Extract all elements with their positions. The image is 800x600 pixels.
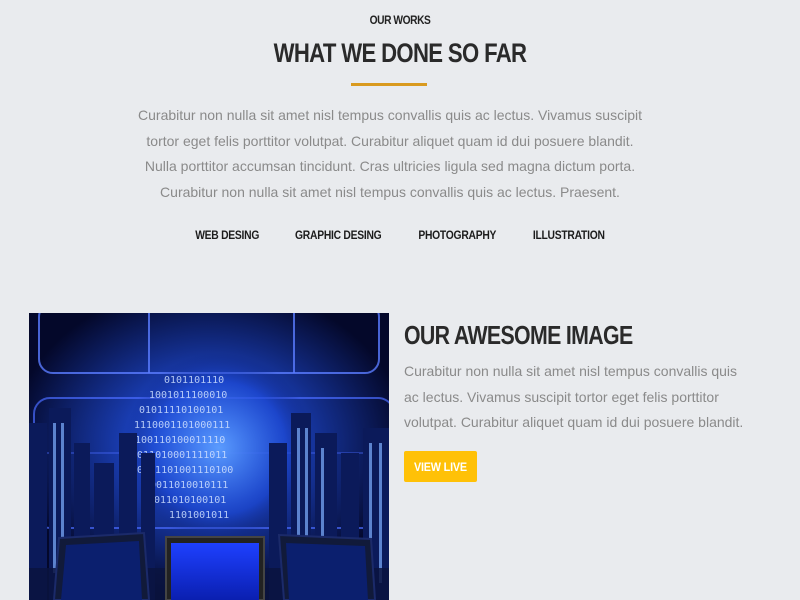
portfolio-section: OUR WORKS WHAT WE DONE SO FAR Curabitur … (0, 0, 800, 600)
portfolio-filter-nav: WEB DESING GRAPHIC DESING PHOTOGRAPHY IL… (0, 228, 800, 242)
svg-text:0101101110: 0101101110 (164, 375, 224, 386)
title-underline-divider (351, 83, 427, 86)
svg-text:011010100101: 011010100101 (154, 495, 226, 506)
filter-web-design[interactable]: WEB DESING (193, 228, 260, 242)
svg-text:1110001101000111: 1110001101000111 (134, 420, 230, 431)
filter-graphic-design[interactable]: GRAPHIC DESING (293, 228, 383, 242)
feature-description: Curabitur non nulla sit amet nisl tempus… (404, 363, 744, 430)
digital-city-illustration: 0101101110 1001011100010 01011110100101 … (29, 313, 389, 600)
svg-text:1101001011: 1101001011 (169, 510, 229, 521)
section-eyebrow: OUR WORKS (369, 13, 431, 27)
view-live-button[interactable]: VIEW LIVE (404, 451, 477, 482)
section-intro-text: Curabitur non nulla sit amet nisl tempus… (138, 107, 642, 200)
svg-text:0100110100011110: 0100110100011110 (129, 435, 225, 446)
svg-text:1001011100010: 1001011100010 (149, 390, 227, 401)
portfolio-feature-image[interactable]: 0101101110 1001011100010 01011110100101 … (29, 313, 389, 600)
svg-text:10011010010111: 10011010010111 (144, 480, 228, 491)
filter-photography[interactable]: PHOTOGRAPHY (417, 228, 498, 242)
feature-title: OUR AWESOME IMAGE (404, 320, 633, 350)
view-live-label: VIEW LIVE (414, 459, 467, 474)
filter-illustration[interactable]: ILLUSTRATION (531, 228, 606, 242)
section-title: WHAT WE DONE SO FAR (273, 38, 527, 68)
svg-text:01011110100101: 01011110100101 (139, 405, 223, 416)
